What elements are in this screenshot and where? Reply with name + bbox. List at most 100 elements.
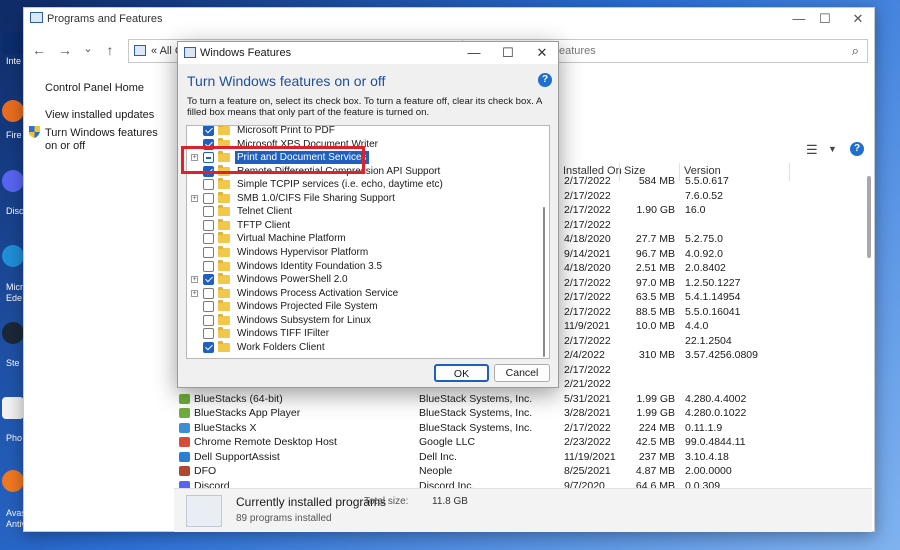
- view-list-icon[interactable]: ☰: [806, 142, 818, 158]
- feature-checkbox[interactable]: [203, 328, 214, 340]
- feature-item[interactable]: Windows Subsystem for Linux: [187, 313, 537, 327]
- firefox-icon[interactable]: [2, 100, 24, 122]
- avast-icon[interactable]: [2, 470, 24, 492]
- feature-item[interactable]: Virtual Machine Platform: [187, 232, 537, 245]
- expand-icon[interactable]: +: [191, 276, 198, 284]
- desktop-label: Disc: [6, 206, 24, 216]
- annotation-highlight-box: [181, 146, 365, 174]
- program-installed-on: 8/25/2021: [564, 465, 611, 477]
- expand-icon[interactable]: +: [191, 194, 198, 202]
- search-text: eatures: [559, 45, 596, 57]
- feature-item[interactable]: + Windows Process Activation Service: [187, 286, 537, 300]
- dialog-titlebar[interactable]: Windows Features — ☐ ✕: [178, 42, 558, 64]
- feature-item[interactable]: Telnet Client: [187, 205, 537, 218]
- view-dropdown-chevron-icon[interactable]: ▼: [828, 144, 837, 154]
- recent-locations-chevron-icon[interactable]: ⌄: [79, 42, 97, 55]
- feature-checkbox[interactable]: [203, 206, 214, 218]
- ok-button[interactable]: OK: [434, 364, 489, 382]
- feature-item[interactable]: Windows Hypervisor Platform: [187, 245, 537, 259]
- feature-label: SMB 1.0/CIFS File Sharing Support: [237, 192, 395, 204]
- folder-icon: [218, 313, 230, 325]
- program-icon: [179, 408, 190, 418]
- program-size: 97.0 MB: [635, 276, 675, 289]
- program-row[interactable]: BlueStacks X BlueStack Systems, Inc. 2/17/…: [174, 421, 864, 435]
- control-panel-icon: [30, 12, 43, 23]
- feature-item[interactable]: Microsoft Print to PDF: [187, 126, 537, 137]
- program-icon: [179, 466, 190, 476]
- program-version: 99.0.4844.11: [685, 436, 746, 448]
- view-installed-updates-link[interactable]: View installed updates: [45, 109, 170, 122]
- program-size: 1.90 GB: [636, 204, 675, 216]
- back-arrow-icon[interactable]: ←: [30, 42, 48, 58]
- feature-item[interactable]: + SMB 1.0/CIFS File Sharing Support: [187, 191, 537, 205]
- discord-icon[interactable]: [2, 170, 24, 192]
- list-scrollbar[interactable]: [867, 176, 871, 258]
- feature-checkbox[interactable]: [203, 179, 214, 191]
- turn-windows-features-link[interactable]: Turn Windows features on or off: [45, 127, 170, 153]
- desktop-app-icon[interactable]: [2, 32, 24, 54]
- feature-checkbox[interactable]: [203, 192, 214, 204]
- feature-item[interactable]: Windows Projected File System: [187, 300, 537, 313]
- feature-checkbox[interactable]: [203, 341, 214, 353]
- program-publisher: BlueStack Systems, Inc.: [419, 407, 533, 419]
- feature-checkbox[interactable]: [203, 126, 214, 136]
- program-row[interactable]: Chrome Remote Desktop Host Google LLC 2/23…: [174, 435, 864, 449]
- close-button[interactable]: ✕: [843, 10, 873, 28]
- folder-icon: [218, 126, 230, 135]
- program-row[interactable]: DFO Neople 8/25/2021 4.87 MB 2.00.0000: [174, 464, 864, 478]
- edge-icon[interactable]: [2, 245, 24, 267]
- program-name: DFO: [194, 465, 217, 477]
- feature-item[interactable]: Work Folders Client: [187, 340, 537, 354]
- dialog-maximize-button[interactable]: ☐: [495, 44, 521, 62]
- feature-checkbox[interactable]: [203, 314, 214, 326]
- maximize-button[interactable]: ☐: [810, 10, 840, 28]
- feature-item[interactable]: Simple TCPIP services (i.e. echo, daytim…: [187, 178, 537, 191]
- feature-checkbox[interactable]: [203, 260, 214, 272]
- help-icon[interactable]: ?: [850, 142, 864, 156]
- up-arrow-icon[interactable]: ↑: [101, 42, 119, 58]
- feature-item[interactable]: + Windows PowerShell 2.0: [187, 273, 537, 286]
- photos-icon[interactable]: [2, 397, 24, 419]
- program-row[interactable]: Dell SupportAssist Dell Inc. 11/19/2021 237…: [174, 450, 864, 464]
- feature-item[interactable]: Windows Identity Foundation 3.5: [187, 259, 537, 273]
- window-titlebar[interactable]: Programs and Features — ☐ ✕: [24, 8, 874, 30]
- forward-arrow-icon[interactable]: →: [56, 42, 74, 58]
- dialog-heading: Turn Windows features on or off: [187, 73, 386, 89]
- feature-checkbox[interactable]: [203, 301, 214, 313]
- dialog-description: To turn a feature on, select its check b…: [187, 96, 542, 118]
- feature-item[interactable]: TFTP Client: [187, 218, 537, 232]
- feature-checkbox[interactable]: [203, 246, 214, 258]
- program-row[interactable]: BlueStacks App Player BlueStack Systems, …: [174, 406, 864, 420]
- program-installed-on: 2/23/2022: [564, 436, 611, 448]
- steam-icon[interactable]: [2, 322, 24, 344]
- help-icon[interactable]: ?: [538, 73, 552, 87]
- feature-item[interactable]: Windows TIFF IFilter: [187, 327, 537, 340]
- program-size: 27.7 MB: [635, 233, 675, 245]
- status-bar: Currently installed programs Total size:…: [174, 488, 872, 532]
- program-installed-on: 3/28/2021: [564, 407, 611, 419]
- program-row[interactable]: BlueStacks (64-bit) BlueStack Systems, In…: [174, 392, 864, 406]
- desktop-label: Fire: [6, 130, 22, 140]
- program-name: BlueStacks (64-bit): [194, 392, 283, 405]
- feature-checkbox[interactable]: [203, 274, 214, 286]
- program-version: 22.1.2504: [685, 334, 732, 347]
- total-size-label: Total size:: [364, 496, 409, 507]
- program-size: 224 MB: [638, 421, 675, 434]
- features-scrollbar[interactable]: [543, 207, 545, 357]
- program-installed-on: 2/4/2022: [564, 349, 605, 361]
- dialog-close-button[interactable]: ✕: [529, 44, 555, 62]
- folder-icon: [218, 232, 230, 244]
- feature-checkbox[interactable]: [203, 233, 214, 245]
- program-size: 42.5 MB: [635, 436, 675, 448]
- folder-icon: [218, 340, 230, 352]
- program-installed-on: 4/18/2020: [564, 233, 611, 245]
- cancel-button[interactable]: Cancel: [494, 364, 550, 382]
- feature-checkbox[interactable]: [203, 287, 214, 299]
- control-panel-home-link[interactable]: Control Panel Home: [45, 82, 170, 95]
- programs-icon: [186, 495, 222, 527]
- search-icon[interactable]: ⌕: [852, 43, 859, 59]
- expand-icon[interactable]: +: [191, 289, 198, 297]
- feature-checkbox[interactable]: [203, 219, 214, 231]
- dialog-minimize-button[interactable]: —: [461, 44, 487, 62]
- feature-label: Windows Process Activation Service: [237, 287, 399, 299]
